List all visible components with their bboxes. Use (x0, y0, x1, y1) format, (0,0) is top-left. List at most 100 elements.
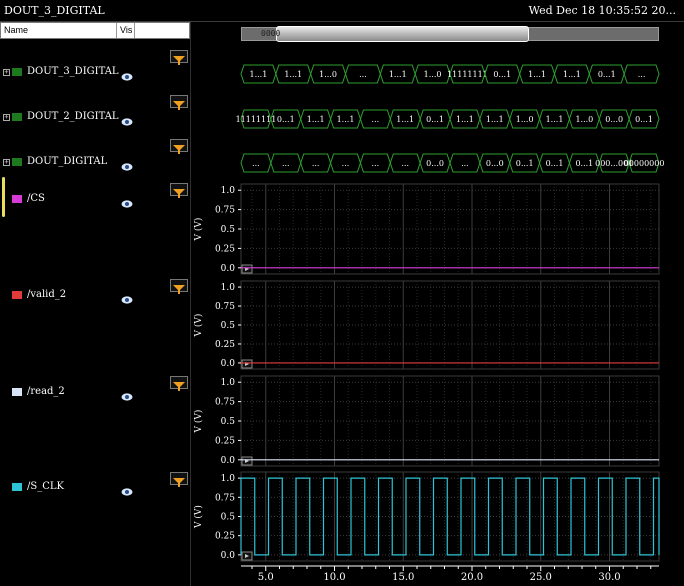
expand-toggle[interactable]: + (3, 114, 10, 121)
bus-value-label: ... (252, 159, 260, 168)
name-column-header[interactable]: Name (1, 23, 117, 38)
bus-value-label: 0...1 (493, 70, 511, 79)
signal-color-swatch (12, 195, 22, 203)
bus-value-label: 1...1 (396, 115, 414, 124)
bus-value-label: 0...0 (605, 115, 623, 124)
bus-value-label: ... (282, 159, 290, 168)
signal-row[interactable]: /S_CLK (0, 480, 190, 496)
x-tick-label: 5.0 (258, 572, 274, 583)
bus-value-label: 0...1 (546, 159, 564, 168)
filter-icon[interactable] (170, 472, 188, 487)
y-tick-label: 0.75 (215, 398, 235, 408)
bus-value-label: 1...1 (389, 70, 407, 79)
y-tick-label: 0.75 (215, 493, 235, 503)
signal-color-swatch (12, 291, 22, 299)
signal-name: /CS (27, 193, 45, 204)
filter-icon[interactable] (170, 95, 188, 110)
y-axis-label: V (V) (193, 505, 204, 529)
waveform-area[interactable]: 1...1 1...1 1...0... 1...1 1...0 11111111 0...… (191, 41, 684, 586)
visibility-eye-icon[interactable] (121, 482, 133, 496)
filter-icon[interactable] (170, 376, 188, 391)
y-axis-label: V (V) (193, 410, 204, 434)
window-title: DOUT_3_DIGITAL (4, 4, 105, 17)
filter-icon[interactable] (170, 50, 188, 65)
bus-value-label: 1...0 (319, 70, 337, 79)
x-tick-label: 25.0 (530, 572, 552, 583)
scroll-value: 0000 (261, 29, 281, 38)
expand-toggle[interactable]: + (3, 69, 10, 76)
bus-value-label: ... (372, 159, 380, 168)
bus-value-label: ... (312, 159, 320, 168)
x-tick-label: 30.0 (598, 572, 620, 583)
bus-value-label: 1...1 (337, 115, 355, 124)
bus-value-label: 0...1 (598, 70, 616, 79)
visibility-eye-icon[interactable] (121, 157, 133, 171)
title-bar: DOUT_3_DIGITAL Wed Dec 18 10:35:52 20... (0, 0, 684, 22)
y-tick-label: 1.0 (221, 283, 236, 293)
filter-icon[interactable] (170, 183, 188, 198)
bus-value-label: 0...1 (516, 159, 534, 168)
y-tick-label: 1.0 (221, 378, 236, 388)
y-tick-label: 0.25 (215, 244, 235, 254)
plot-frame (240, 375, 660, 467)
visibility-eye-icon[interactable] (121, 194, 133, 208)
y-tick-label: 1.0 (221, 186, 236, 196)
y-tick-label: 0.75 (215, 302, 235, 312)
y-tick-label: 0.5 (221, 513, 236, 523)
scrollbar-thumb[interactable] (276, 26, 529, 42)
series-line (240, 477, 660, 556)
vis-column-header[interactable]: Vis (117, 23, 135, 38)
signal-list: + DOUT_3_DIGITAL + DOUT_2_DIGITAL + DOUT_DIGI… (0, 39, 190, 586)
bus-value-label: 0...1 (277, 115, 295, 124)
expand-toggle[interactable]: + (3, 159, 10, 166)
signal-row[interactable]: /valid_2 (0, 288, 190, 304)
visibility-eye-icon[interactable] (121, 290, 133, 304)
signal-name: /S_CLK (27, 481, 64, 492)
timestamp: Wed Dec 18 10:35:52 20... (528, 4, 676, 17)
y-tick-label: 0.5 (221, 225, 236, 235)
bus-value-label: 0...1 (426, 115, 444, 124)
bus-value-label: 1...1 (563, 70, 581, 79)
bus-value-label: ... (359, 70, 367, 79)
signal-color-swatch (12, 483, 22, 491)
column-header: Name Vis (0, 22, 190, 39)
bus-value-label: 00000000 (624, 159, 665, 168)
y-tick-label: 0.0 (221, 359, 236, 369)
bus-value-label: 0...1 (635, 115, 653, 124)
signal-name: DOUT_2_DIGITAL (27, 111, 119, 122)
x-tick-label: 10.0 (323, 572, 345, 583)
filter-icon[interactable] (170, 139, 188, 154)
y-tick-label: 0.0 (221, 551, 236, 561)
horizontal-scrollbar[interactable] (241, 26, 659, 42)
signal-color-swatch (12, 158, 22, 166)
bus-value-label: ... (638, 70, 646, 79)
bus-value-label: 0...0 (426, 159, 444, 168)
y-tick-label: 0.0 (221, 456, 236, 466)
signal-row[interactable]: + DOUT_2_DIGITAL (0, 110, 190, 126)
signal-row[interactable]: /CS (0, 192, 190, 208)
visibility-eye-icon[interactable] (121, 387, 133, 401)
signal-name: /read_2 (27, 386, 65, 397)
signal-row[interactable]: + DOUT_DIGITAL (0, 155, 190, 171)
visibility-eye-icon[interactable] (121, 112, 133, 126)
bus-value-label: 1...1 (528, 70, 546, 79)
y-axis-label: V (V) (193, 314, 204, 338)
signal-color-swatch (12, 388, 22, 396)
visibility-eye-icon[interactable] (121, 67, 133, 81)
filter-icon[interactable] (170, 279, 188, 294)
y-tick-label: 0.5 (221, 321, 236, 331)
bus-value-label: 1...0 (575, 115, 593, 124)
bus-value-label: 1...0 (424, 70, 442, 79)
signal-row[interactable]: /read_2 (0, 385, 190, 401)
y-tick-label: 0.0 (221, 264, 236, 274)
x-tick-label: 15.0 (392, 572, 414, 583)
bus-value-label: 11111111 (236, 115, 277, 124)
signal-row[interactable]: + DOUT_3_DIGITAL (0, 65, 190, 81)
signal-color-swatch (12, 113, 22, 121)
y-tick-label: 0.25 (215, 436, 235, 446)
bus-value-label: 0...0 (486, 159, 504, 168)
bus-value-label: 0...1 (575, 159, 593, 168)
bus-value-label: 1...1 (307, 115, 325, 124)
y-tick-label: 1.0 (221, 474, 236, 484)
bus-value-label: 1...1 (250, 70, 268, 79)
